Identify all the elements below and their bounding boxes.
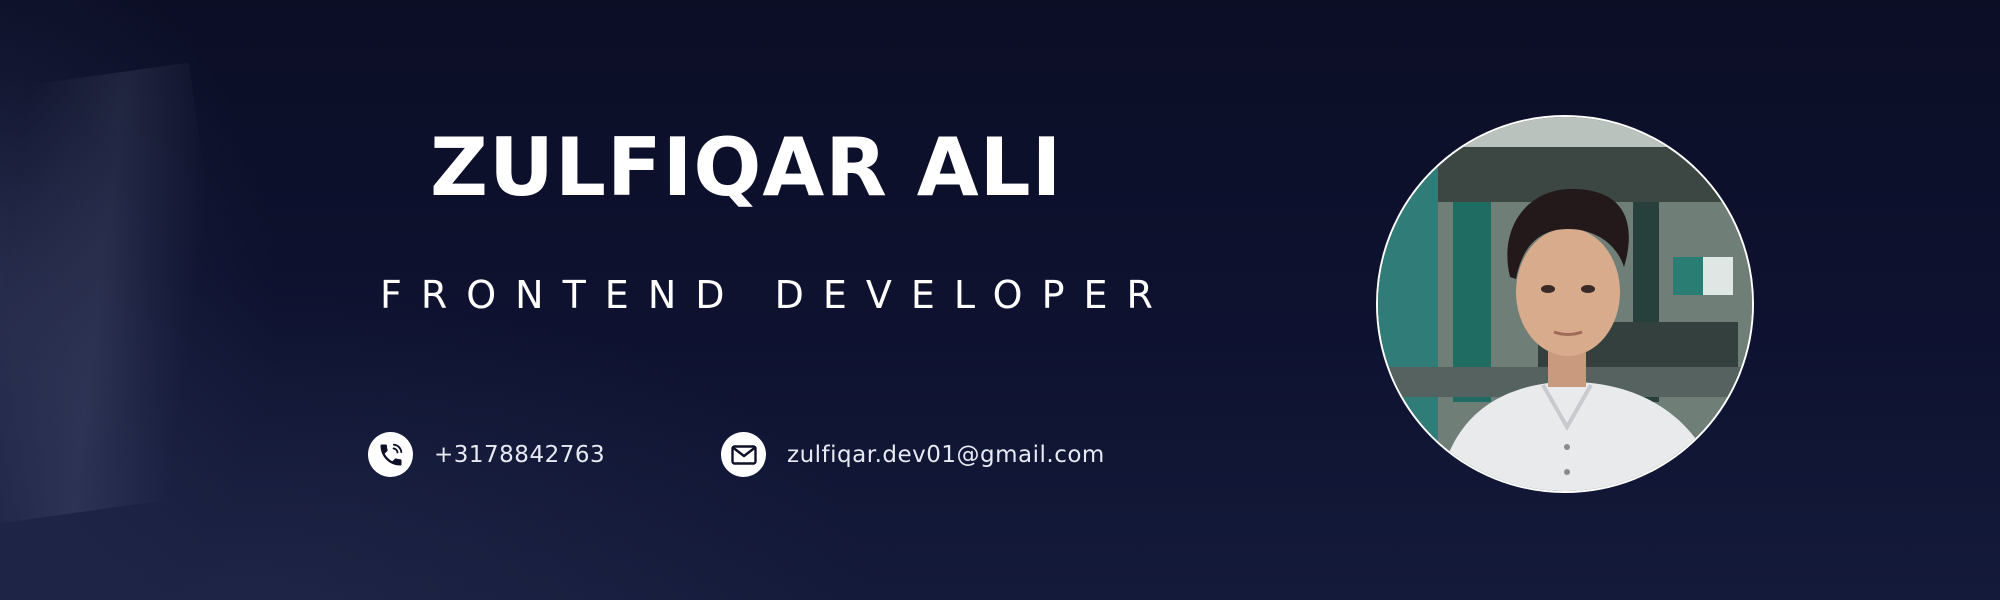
phone-number: +3178842763	[434, 441, 606, 468]
background-sheen	[0, 62, 249, 528]
phone-contact[interactable]: +3178842763	[368, 432, 605, 477]
email-contact[interactable]: zulfiqar.dev01@gmail.com	[721, 432, 1105, 477]
profile-title: FRONTEND DEVELOPER	[380, 273, 1172, 317]
profile-banner: ZULFIQAR ALI FRONTEND DEVELOPER +3178842…	[0, 0, 2000, 600]
profile-photo	[1376, 115, 1754, 493]
email-address: zulfiqar.dev01@gmail.com	[787, 441, 1105, 468]
envelope-icon	[721, 432, 766, 477]
phone-icon	[368, 432, 413, 477]
profile-name: ZULFIQAR ALI	[430, 121, 1063, 214]
